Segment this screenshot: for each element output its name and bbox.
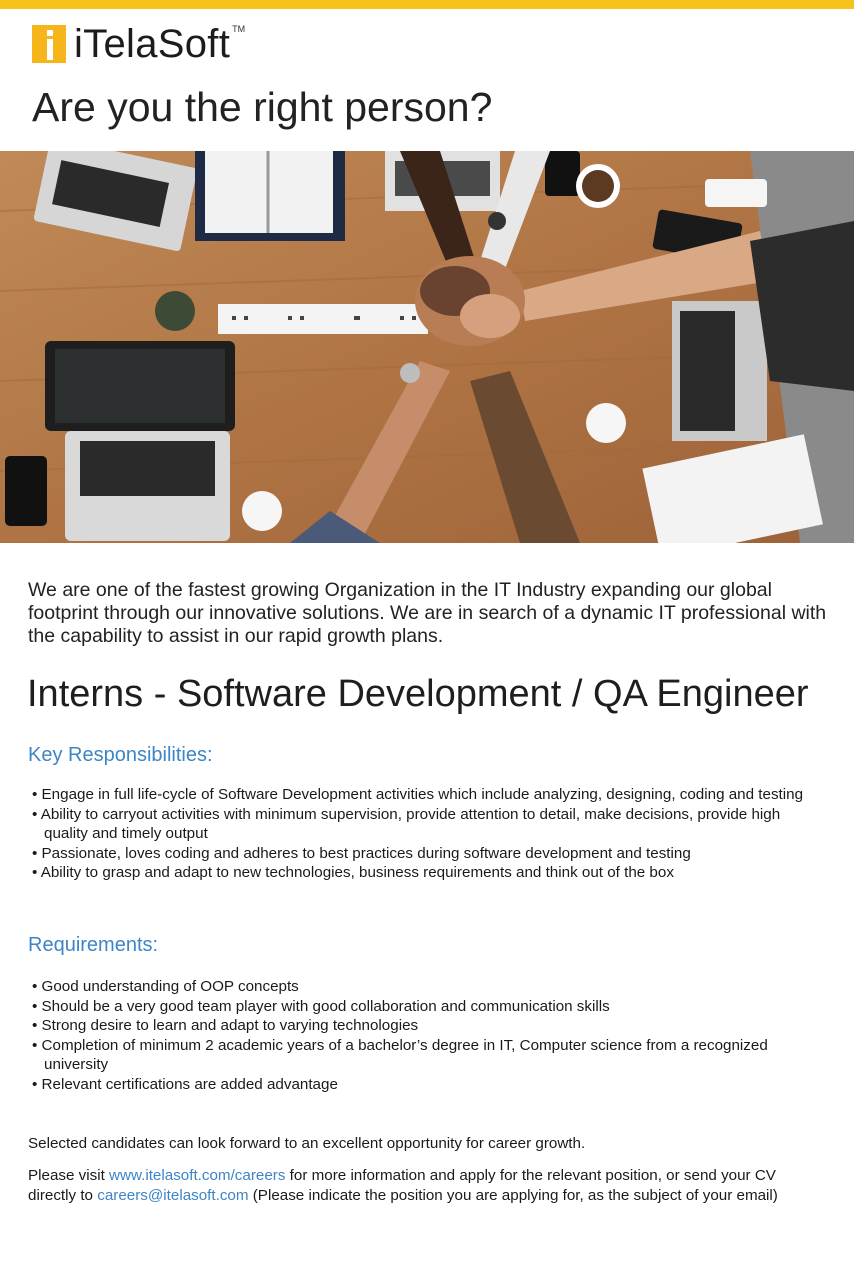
list-item: • Completion of minimum 2 academic years… [32,1036,768,1074]
job-title: Interns - Software Development / QA Engi… [27,673,809,715]
list-item: • Ability to grasp and adapt to new tech… [32,864,674,881]
teamwork-hands-photo [0,151,854,543]
list-item: • Good understanding of OOP concepts [32,978,299,995]
list-item: • Engage in full life-cycle of Software … [32,786,804,803]
responsibilities-list: • Engage in full life-cycle of Software … [32,785,822,883]
logo-text: iTelaSoft [74,22,231,66]
top-accent-bar [0,0,854,9]
list-item: • Should be a very good team player with… [32,997,610,1015]
logo-trademark: TM [232,24,246,34]
itelasoft-logo: iTelaSoft TM [32,22,245,66]
closing-text: Selected candidates can look forward to … [28,1135,586,1152]
requirements-list: • Good understanding of OOP concepts • S… [32,977,822,1094]
careers-email-link[interactable]: careers@itelasoft.com [97,1187,248,1204]
logo-i-icon [32,25,66,63]
responsibilities-heading: Key Responsibilities: [28,744,213,766]
list-item: • Ability to carryout activities with mi… [32,805,781,843]
list-item: • Strong desire to learn and adapt to va… [32,1017,419,1034]
company-intro: We are one of the fastest growing Organi… [28,579,827,647]
page-headline: Are you the right person? [32,84,493,130]
requirements-heading: Requirements: [28,934,159,956]
list-item: • Relevant certifications are added adva… [32,1075,338,1093]
careers-link[interactable]: www.itelasoft.com/careers [109,1167,285,1184]
list-item: • Passionate, loves coding and adheres t… [32,844,691,862]
apply-instructions: Please visit www.itelasoft.com/careers f… [28,1167,778,1204]
